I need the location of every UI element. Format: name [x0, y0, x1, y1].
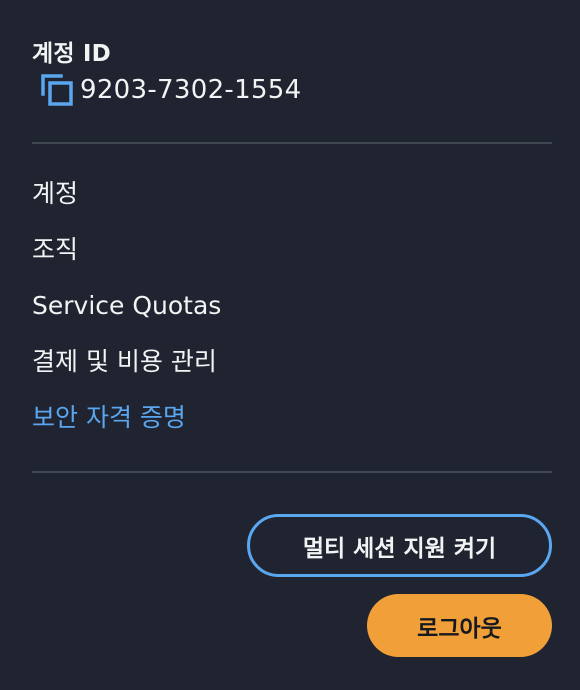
logout-button[interactable]: 로그아웃	[367, 594, 552, 657]
account-id-value: 9203-7302-1554	[80, 75, 302, 105]
menu-item-organization[interactable]: 조직	[32, 226, 221, 282]
account-menu-panel: 계정 ID 9203-7302-1554 계정 조직 Service Quota…	[0, 0, 580, 690]
account-id-row: 9203-7302-1554	[40, 72, 301, 108]
menu-item-account[interactable]: 계정	[32, 170, 221, 226]
account-id-label: 계정 ID	[32, 41, 111, 67]
account-menu-list: 계정 조직 Service Quotas 결제 및 비용 관리 보안 자격 증명	[32, 170, 221, 450]
menu-item-service-quotas[interactable]: Service Quotas	[32, 282, 221, 338]
divider-bottom	[32, 471, 552, 473]
copy-icon[interactable]	[40, 73, 74, 107]
menu-item-billing[interactable]: 결제 및 비용 관리	[32, 338, 221, 394]
divider-top	[32, 142, 552, 144]
menu-item-security-credentials[interactable]: 보안 자격 증명	[32, 394, 221, 450]
multi-session-button[interactable]: 멀티 세션 지원 켜기	[247, 514, 552, 577]
